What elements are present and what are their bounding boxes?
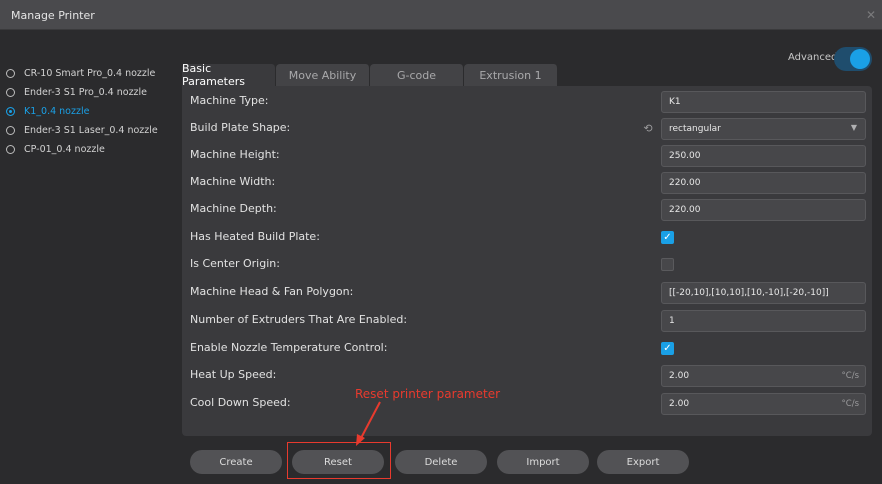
param-row-build-plate-shape: Build Plate Shape: ⟲ rectangular ▼ — [182, 115, 872, 142]
param-row-machine-type: Machine Type: K1 — [182, 88, 872, 115]
printer-item-label: Ender-3 S1 Laser_0.4 nozzle — [24, 125, 158, 136]
printer-item-selected[interactable]: K1_0.4 nozzle — [6, 102, 176, 121]
printer-item[interactable]: Ender-3 S1 Pro_0.4 nozzle — [6, 83, 176, 102]
unit-label: °C/s — [841, 371, 859, 381]
tab-move-ability[interactable]: Move Ability — [276, 64, 370, 86]
param-row-center-origin: Is Center Origin: — [182, 251, 872, 278]
radio-icon[interactable] — [6, 145, 15, 154]
printer-item[interactable]: CP-01_0.4 nozzle — [6, 140, 176, 159]
field-value: K1 — [669, 97, 681, 107]
tab-basic-parameters[interactable]: Basic Parameters — [182, 62, 276, 88]
machine-depth-field[interactable]: 220.00 — [661, 199, 866, 221]
machine-width-field[interactable]: 220.00 — [661, 172, 866, 194]
reset-value-icon[interactable]: ⟲ — [642, 123, 654, 135]
radio-selected-icon[interactable] — [6, 107, 15, 116]
param-row-extruders-enabled: Number of Extruders That Are Enabled: 1 — [182, 307, 872, 334]
import-button[interactable]: Import — [497, 450, 589, 474]
param-label: Machine Height: — [190, 148, 280, 161]
delete-button[interactable]: Delete — [395, 450, 487, 474]
printer-item[interactable]: CR-10 Smart Pro_0.4 nozzle — [6, 64, 176, 83]
radio-icon[interactable] — [6, 88, 15, 97]
printer-item-label: CR-10 Smart Pro_0.4 nozzle — [24, 68, 156, 79]
radio-icon[interactable] — [6, 126, 15, 135]
param-row-heat-up-speed: Heat Up Speed: 2.00 °C/s — [182, 362, 872, 389]
tab-bar: Basic Parameters Move Ability G-code Ext… — [182, 62, 558, 88]
annotation-text: Reset printer parameter — [355, 387, 501, 401]
machine-type-field[interactable]: K1 — [661, 91, 866, 113]
field-value: 2.00 — [669, 371, 690, 381]
heat-up-speed-field[interactable]: 2.00 °C/s — [661, 365, 866, 387]
extruders-enabled-field[interactable]: 1 — [661, 310, 866, 332]
param-row-machine-width: Machine Width: 220.00 — [182, 169, 872, 196]
field-value: 220.00 — [669, 205, 701, 215]
param-label: Heat Up Speed: — [190, 368, 277, 381]
param-row-nozzle-temp-control: Enable Nozzle Temperature Control: ✓ — [182, 335, 872, 362]
param-row-machine-depth: Machine Depth: 220.00 — [182, 196, 872, 223]
window-titlebar: Manage Printer ✕ — [0, 0, 882, 30]
field-value: 2.00 — [669, 399, 690, 409]
param-row-head-fan-polygon: Machine Head & Fan Polygon: [[-20,10],[1… — [182, 279, 872, 306]
param-label: Cool Down Speed: — [190, 396, 291, 409]
field-value: [[-20,10],[10,10],[10,-10],[-20,-10]] — [669, 288, 829, 298]
printer-item[interactable]: Ender-3 S1 Laser_0.4 nozzle — [6, 121, 176, 140]
center-origin-checkbox[interactable] — [661, 258, 674, 271]
param-label: Machine Depth: — [190, 202, 277, 215]
toggle-knob — [850, 49, 870, 69]
field-value: rectangular — [669, 124, 721, 134]
cool-down-speed-field[interactable]: 2.00 °C/s — [661, 393, 866, 415]
param-row-heated-build-plate: Has Heated Build Plate: ✓ — [182, 224, 872, 251]
printer-list: CR-10 Smart Pro_0.4 nozzle Ender-3 S1 Pr… — [6, 64, 176, 159]
export-button[interactable]: Export — [597, 450, 689, 474]
param-label: Number of Extruders That Are Enabled: — [190, 313, 408, 326]
printer-item-label: K1_0.4 nozzle — [24, 106, 90, 117]
field-value: 1 — [669, 316, 675, 326]
printer-item-label: Ender-3 S1 Pro_0.4 nozzle — [24, 87, 148, 98]
nozzle-temp-control-checkbox[interactable]: ✓ — [661, 342, 674, 355]
advanced-toggle[interactable] — [834, 47, 872, 71]
tab-gcode[interactable]: G-code — [370, 64, 464, 86]
heated-build-plate-checkbox[interactable]: ✓ — [661, 231, 674, 244]
chevron-down-icon: ▼ — [850, 123, 857, 132]
close-icon[interactable]: ✕ — [866, 8, 876, 22]
create-button[interactable]: Create — [190, 450, 282, 474]
window-title: Manage Printer — [11, 9, 95, 22]
field-value: 220.00 — [669, 178, 701, 188]
param-label: Machine Width: — [190, 175, 276, 188]
build-plate-shape-select[interactable]: rectangular ▼ — [661, 118, 866, 140]
param-label: Is Center Origin: — [190, 257, 280, 270]
radio-icon[interactable] — [6, 69, 15, 78]
param-label: Build Plate Shape: — [190, 121, 291, 134]
param-label: Has Heated Build Plate: — [190, 230, 320, 243]
param-row-cool-down-speed: Cool Down Speed: 2.00 °C/s — [182, 390, 872, 417]
tab-extrusion-1[interactable]: Extrusion 1 — [464, 64, 558, 86]
param-label: Machine Type: — [190, 94, 269, 107]
param-label: Machine Head & Fan Polygon: — [190, 285, 354, 298]
machine-height-field[interactable]: 250.00 — [661, 145, 866, 167]
printer-item-label: CP-01_0.4 nozzle — [24, 144, 105, 155]
unit-label: °C/s — [841, 399, 859, 409]
head-fan-polygon-field[interactable]: [[-20,10],[10,10],[10,-10],[-20,-10]] — [661, 282, 866, 304]
annotation-highlight-box — [287, 442, 391, 479]
param-row-machine-height: Machine Height: 250.00 — [182, 142, 872, 169]
parameters-panel: Machine Type: K1 Build Plate Shape: ⟲ re… — [182, 86, 872, 436]
advanced-label: Advanced — [788, 52, 838, 63]
field-value: 250.00 — [669, 151, 701, 161]
annotation-arrow-icon — [356, 401, 381, 446]
action-bar: Create Reset Delete Import Export — [190, 450, 700, 474]
param-label: Enable Nozzle Temperature Control: — [190, 341, 388, 354]
